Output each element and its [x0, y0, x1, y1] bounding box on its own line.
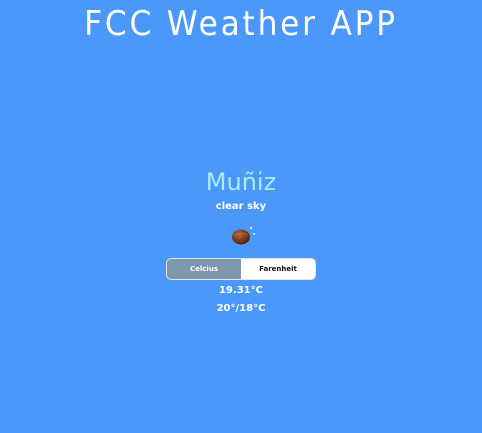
min-max-temperature: 20°/18°C	[216, 303, 266, 314]
fahrenheit-button[interactable]: Farenheit	[241, 259, 315, 279]
unit-toggle: Celcius Farenheit	[166, 258, 316, 280]
celsius-button[interactable]: Celcius	[167, 259, 241, 279]
clear-night-moon-icon	[232, 226, 255, 245]
current-temperature: 19.31°C	[219, 285, 263, 296]
weather-description: clear sky	[215, 201, 267, 212]
city-name: Muñiz	[205, 168, 277, 196]
app-title: FCC Weather APP	[84, 4, 398, 44]
